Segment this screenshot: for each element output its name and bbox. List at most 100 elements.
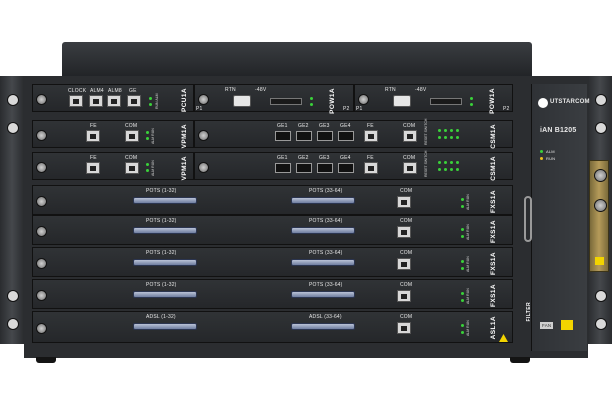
- screw: [36, 162, 47, 173]
- led: [310, 103, 313, 106]
- power-connector[interactable]: [233, 95, 251, 107]
- screw: [198, 94, 209, 105]
- led: [461, 228, 464, 231]
- left-connector[interactable]: [133, 197, 197, 204]
- led: [461, 235, 464, 238]
- ge-sfp-port[interactable]: [296, 131, 312, 141]
- vpm-card-1[interactable]: FE COM ALM RUN VPM1A: [32, 120, 194, 148]
- right-connector[interactable]: [291, 259, 355, 266]
- right-connector[interactable]: [291, 227, 355, 234]
- left-connector[interactable]: [133, 227, 197, 234]
- line-card-4[interactable]: POTS (1-32) POTS (33-64) COM ALM RUN FXS…: [32, 279, 513, 309]
- pow-card-right[interactable]: RTN -48V POW1A P1 P2: [354, 84, 513, 114]
- com-port[interactable]: [397, 290, 411, 302]
- screw: [36, 94, 47, 105]
- com-label: COM: [400, 282, 413, 288]
- mount-hole: [7, 94, 19, 106]
- com-port[interactable]: [125, 130, 139, 142]
- led: [438, 136, 441, 139]
- fe-port[interactable]: [86, 130, 100, 142]
- fe-port[interactable]: [364, 130, 378, 142]
- pow-card-left[interactable]: RTN -48V POW1A P1 P2: [194, 84, 354, 114]
- ge-sfp-port[interactable]: [275, 163, 291, 173]
- ge-sfp-port[interactable]: [317, 163, 333, 173]
- led: [450, 168, 453, 171]
- csm-card-2[interactable]: GE1 GE2 GE3 GE4 FE COM RESET SWITCH CSM1…: [194, 151, 513, 181]
- led: [461, 324, 464, 327]
- side-handle[interactable]: [524, 196, 532, 242]
- led-labels: ALM RUN: [466, 288, 470, 304]
- com-port[interactable]: [397, 258, 411, 270]
- ge-sfp-port[interactable]: [275, 131, 291, 141]
- ge-label: GE2: [298, 123, 309, 129]
- warning-icon: [561, 320, 573, 330]
- line-card-2[interactable]: POTS (1-32) POTS (33-64) COM ALM RUN FXS…: [32, 215, 513, 245]
- led-labels: RESET SWITCH: [424, 118, 428, 145]
- right-connector[interactable]: [291, 323, 355, 330]
- line-card-3[interactable]: POTS (1-32) POTS (33-64) COM ALM RUN FXS…: [32, 247, 513, 277]
- ge-port[interactable]: [127, 95, 141, 107]
- mount-hole: [595, 94, 607, 106]
- screw: [36, 196, 47, 207]
- volt-label: -48V: [255, 87, 267, 93]
- ge-label: GE2: [298, 155, 309, 161]
- line-card-1[interactable]: POTS (1-32) POTS (33-64) COM ALM RUN FXS…: [32, 185, 513, 215]
- card-name: POW1A: [329, 88, 336, 114]
- fe-port[interactable]: [364, 162, 378, 174]
- pcu-card[interactable]: CLOCK ALM4 ALM8 GE RUN ALM PCU1A: [32, 84, 194, 112]
- ge-label: GE4: [340, 155, 351, 161]
- ground-bracket: [589, 160, 609, 272]
- screw: [594, 199, 607, 212]
- foot: [510, 357, 530, 363]
- ge-sfp-port[interactable]: [296, 163, 312, 173]
- ge-label: GE4: [340, 123, 351, 129]
- power-connector[interactable]: [393, 95, 411, 107]
- screw: [36, 226, 47, 237]
- com-port[interactable]: [403, 162, 417, 174]
- left-connector-label: POTS (1-32): [146, 218, 177, 224]
- led-label: ALM: [546, 149, 555, 154]
- com-port[interactable]: [125, 162, 139, 174]
- alm4-port[interactable]: [89, 95, 103, 107]
- led: [149, 97, 152, 100]
- vpm-card-2[interactable]: FE COM ALM RUN VPM1A: [32, 152, 194, 180]
- led: [438, 161, 441, 164]
- left-connector[interactable]: [133, 323, 197, 330]
- left-connector-label: POTS (1-32): [146, 282, 177, 288]
- card-name: CSM1A: [490, 156, 497, 181]
- led-label: RUN: [546, 156, 556, 161]
- foot: [36, 357, 56, 363]
- com-port[interactable]: [397, 322, 411, 334]
- right-connector-label: POTS (33-64): [309, 188, 343, 194]
- clock-port[interactable]: [69, 95, 83, 107]
- led-labels: ALM RUN: [466, 256, 470, 272]
- right-connector[interactable]: [291, 291, 355, 298]
- ge-label: GE1: [277, 155, 288, 161]
- fe-port[interactable]: [86, 162, 100, 174]
- fe-label: FE: [90, 123, 97, 129]
- p2-label: P2: [343, 106, 350, 112]
- power-switch[interactable]: [270, 98, 302, 105]
- right-connector-label: POTS (33-64): [309, 282, 343, 288]
- ge-sfp-port[interactable]: [338, 163, 354, 173]
- left-connector[interactable]: [133, 259, 197, 266]
- line-card-5[interactable]: ADSL (1-32) ADSL (33-64) COM ALM RUN ASL…: [32, 311, 513, 343]
- power-switch[interactable]: [430, 98, 462, 105]
- left-connector[interactable]: [133, 291, 197, 298]
- led-labels: ALM RUN: [151, 128, 155, 144]
- csm-card-1[interactable]: GE1 GE2 GE3 GE4 FE COM RESET SWITCH CSM1…: [194, 118, 513, 149]
- com-port[interactable]: [397, 226, 411, 238]
- alm8-port[interactable]: [107, 95, 121, 107]
- ge-sfp-port[interactable]: [317, 131, 333, 141]
- com-label: COM: [125, 123, 138, 129]
- filter-label: FILTER: [526, 302, 532, 322]
- com-port[interactable]: [403, 130, 417, 142]
- mount-hole: [7, 122, 19, 134]
- right-connector[interactable]: [291, 197, 355, 204]
- led: [444, 161, 447, 164]
- ge-sfp-port[interactable]: [338, 131, 354, 141]
- left-connector-label: ADSL (1-32): [146, 314, 176, 320]
- led: [438, 129, 441, 132]
- com-port[interactable]: [397, 196, 411, 208]
- alm-led: [540, 150, 543, 153]
